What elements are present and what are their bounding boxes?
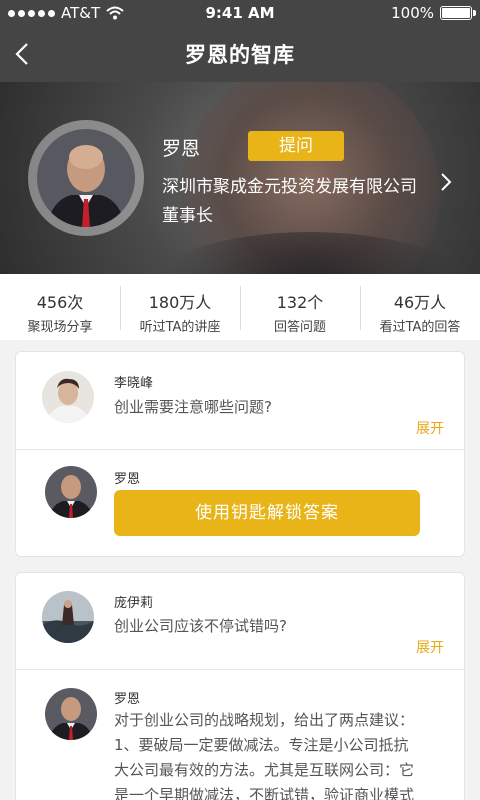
avatar-image (37, 129, 135, 227)
asker-avatar (42, 371, 94, 423)
stat-value: 132个 (276, 293, 324, 312)
answerer-name: 罗恩 (114, 692, 141, 707)
answerer-avatar (45, 688, 97, 740)
question-text: 创业需要注意哪些问题? (114, 398, 272, 416)
qa-card[interactable]: 庞伊莉 创业公司应该不停试错吗? 展开 罗恩 对于创业公司的战略规划，给出了两点… (15, 572, 465, 800)
answerer-name: 罗恩 (114, 472, 141, 487)
battery-percent: 100% (391, 4, 434, 22)
stat-value: 46万人 (393, 293, 447, 312)
stat-label: 听过TA的讲座 (139, 320, 221, 335)
qa-card[interactable]: 李晓峰 创业需要注意哪些问题? 展开 罗恩 使用钥匙解锁答案 (15, 351, 465, 557)
expand-link[interactable]: 展开 (416, 418, 444, 438)
avatar-image (42, 371, 94, 423)
nav-bar: 罗恩的智库 (0, 26, 480, 82)
profile-avatar (28, 120, 144, 236)
page-title: 罗恩的智库 (185, 43, 295, 67)
answer-line: 对于创业公司的战略规划，给出了两点建议： (114, 711, 415, 729)
unlock-answer-button[interactable]: 使用钥匙解锁答案 (114, 490, 420, 536)
answer-section: 罗恩 使用钥匙解锁答案 (16, 450, 464, 556)
profile-role: 董事长 (162, 206, 213, 226)
stat-label: 回答问题 (273, 320, 326, 335)
profile-header: 罗恩 提问 深圳市聚成金元投资发展有限公司 董事长 (0, 82, 480, 274)
asker-avatar (42, 591, 94, 643)
chevron-right-icon[interactable] (436, 170, 456, 194)
question-section: 李晓峰 创业需要注意哪些问题? 展开 (16, 352, 464, 449)
stat-value: 180万人 (148, 293, 212, 312)
stat-label: 聚现场分享 (27, 320, 93, 335)
status-right: 100% (391, 4, 476, 22)
answer-line: 1、要破局一定要做减法。专注是小公司抵抗 (114, 736, 409, 754)
status-bar: AT&T 9:41 AM 100% (0, 0, 480, 26)
asker-name: 庞伊莉 (114, 596, 154, 611)
stat-viewers: 46万人 看过TA的回答 (360, 274, 480, 340)
avatar-image (45, 688, 97, 740)
avatar-image (42, 591, 94, 643)
answer-text: 对于创业公司的战略规划，给出了两点建议： 1、要破局一定要做减法。专注是小公司抵… (114, 708, 450, 800)
avatar-image (45, 466, 97, 518)
stat-shares: 456次 聚现场分享 (0, 274, 120, 340)
question-text: 创业公司应该不停试错吗? (114, 617, 287, 635)
profile-company[interactable]: 深圳市聚成金元投资发展有限公司 (162, 172, 417, 197)
answer-line: 是一个早期做减法，不断试错，验证商业模式 (114, 786, 415, 800)
battery-icon (440, 6, 476, 20)
answer-section: 罗恩 对于创业公司的战略规划，给出了两点建议： 1、要破局一定要做减法。专注是小… (16, 670, 464, 800)
profile-name: 罗恩 (162, 138, 201, 160)
question-section: 庞伊莉 创业公司应该不停试错吗? 展开 (16, 573, 464, 669)
stat-label: 看过TA的回答 (379, 320, 461, 335)
stat-listeners: 180万人 听过TA的讲座 (120, 274, 240, 340)
answerer-avatar (45, 466, 97, 518)
expand-link[interactable]: 展开 (416, 637, 444, 657)
ask-question-button[interactable]: 提问 (248, 131, 344, 161)
asker-name: 李晓峰 (114, 376, 154, 391)
top-bar: AT&T 9:41 AM 100% 罗恩的智库 (0, 0, 480, 82)
stat-value: 456次 (36, 293, 84, 312)
answer-line: 大公司最有效的方法。尤其是互联网公司：它 (114, 761, 415, 779)
stats-bar: 456次 聚现场分享 180万人 听过TA的讲座 132个 回答问题 46万人 … (0, 274, 480, 340)
stat-answers: 132个 回答问题 (240, 274, 360, 340)
